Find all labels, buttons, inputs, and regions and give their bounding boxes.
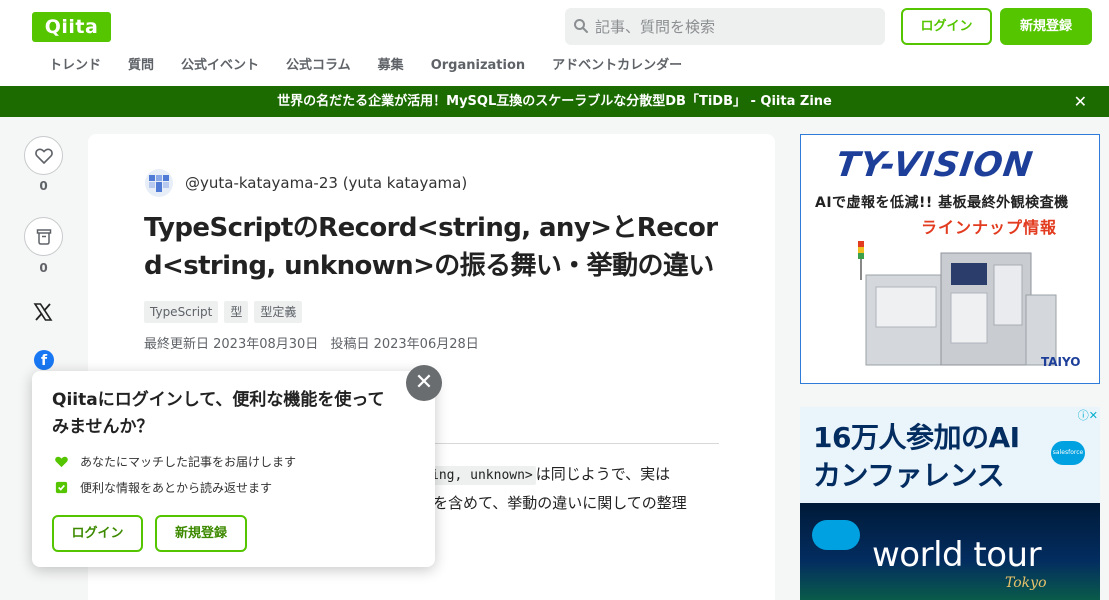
popup-title: Qiitaにログインして、便利な機能を使ってみませんか？ xyxy=(52,390,385,437)
ad-salesforce[interactable]: 16万人参加のAI カンファレンス salesforce ⓘ✕ world to… xyxy=(800,407,1100,600)
popup-close-icon[interactable]: ✕ xyxy=(406,365,442,401)
heart-icon xyxy=(35,148,53,164)
popup-feature-text: 便利な情報をあとから読み返せます xyxy=(80,481,273,495)
nav-item-advent-calendar[interactable]: アドベントカレンダー xyxy=(552,56,682,78)
popup-feature-item: 便利な情報をあとから読み返せます xyxy=(54,479,272,496)
nav-item-questions[interactable]: 質問 xyxy=(128,56,154,78)
promo-banner[interactable]: 世界の名だたる企業が活用！MySQL互換のスケーラブルな分散型DB「TiDB」 … xyxy=(0,86,1109,117)
popup-login-button[interactable]: ログイン xyxy=(52,515,143,552)
facebook-icon[interactable]: f xyxy=(34,350,54,370)
author-info[interactable]: @yuta-katayama-23 (yuta katayama) xyxy=(145,169,467,197)
nav-item-trend[interactable]: トレンド xyxy=(49,56,101,78)
banner-close-icon[interactable]: ✕ xyxy=(1074,86,1087,117)
search-box[interactable] xyxy=(565,8,885,45)
ad-title-line-2: カンファレンス xyxy=(813,459,1005,492)
updated-date: 最終更新日 2023年08月30日 xyxy=(144,337,319,352)
nav-item-official-events[interactable]: 公式イベント xyxy=(181,56,259,78)
qiita-logo[interactable]: Qiita xyxy=(32,12,111,42)
cloud-icon xyxy=(812,520,860,550)
ad-brand: TAIYO xyxy=(1041,355,1081,369)
nav-item-organization[interactable]: Organization xyxy=(431,56,525,78)
ad-title-line-1: 16万人参加のAI xyxy=(813,421,1020,454)
like-count: 0 xyxy=(39,179,48,193)
popup-signup-button[interactable]: 新規登録 xyxy=(155,515,247,552)
stock-filled-icon xyxy=(55,481,68,494)
heart-filled-icon xyxy=(55,456,68,468)
article-title: TypeScriptのRecord<string, any>とRecord<st… xyxy=(144,213,718,281)
tag-item[interactable]: 型定義 xyxy=(254,301,303,323)
tag-item[interactable]: 型 xyxy=(224,301,249,323)
main-nav: トレンド 質問 公式イベント 公式コラム 募集 Organization アドベ… xyxy=(49,56,709,78)
body-text-1: は同じようで、実は xyxy=(535,465,671,483)
popup-feature-item: あなたにマッチした記事をお届けします xyxy=(54,453,296,470)
login-prompt-popup: Qiitaにログインして、便利な機能を使ってみませんか？ あなたにマッチした記事… xyxy=(32,371,435,567)
popup-feature-text: あなたにマッチした記事をお届けします xyxy=(80,455,297,469)
inline-code: ing, unknown> xyxy=(428,466,536,485)
ad-choices-icon[interactable]: ⓘ✕ xyxy=(1068,409,1098,423)
nav-item-recruitment[interactable]: 募集 xyxy=(378,56,404,78)
stock-icon xyxy=(36,229,52,245)
salesforce-logo: salesforce xyxy=(1051,441,1085,465)
ad-ty-vision[interactable]: TY-VISION AIで虚報を低減!! 基板最終外観検査機 ラインナップ情報 … xyxy=(800,134,1100,384)
banner-text[interactable]: 世界の名だたる企業が活用！MySQL互換のスケーラブルな分散型DB「TiDB」 … xyxy=(277,94,832,109)
header-signup-button[interactable]: 新規登録 xyxy=(1000,8,1092,45)
site-header: Qiita ログイン 新規登録 トレンド 質問 公式イベント 公式コラム 募集 … xyxy=(0,0,1109,86)
ad-event-city: Tokyo xyxy=(1005,575,1047,591)
body-line-1: ing, unknown> は同じようで、実は xyxy=(428,463,671,485)
ad-event-name: world tour xyxy=(872,535,1042,575)
stock-button[interactable] xyxy=(24,217,63,256)
x-icon[interactable] xyxy=(33,302,53,322)
inspection-machine-image xyxy=(858,241,1057,366)
like-button[interactable] xyxy=(24,136,63,175)
posted-date: 投稿日 2023年06月28日 xyxy=(330,337,479,352)
tag-list: TypeScript 型 型定義 xyxy=(144,301,308,323)
ad-logo: TY-VISION xyxy=(833,145,1036,185)
ad-title: 16万人参加のAI カンファレンス xyxy=(813,419,1020,495)
avatar[interactable] xyxy=(145,169,173,197)
stock-count: 0 xyxy=(39,261,48,275)
tag-item[interactable]: TypeScript xyxy=(144,301,219,323)
article-dates: 最終更新日 2023年08月30日 投稿日 2023年06月28日 xyxy=(144,333,487,352)
search-input[interactable] xyxy=(595,8,875,45)
author-name[interactable]: @yuta-katayama-23 (yuta katayama) xyxy=(185,174,467,192)
nav-item-official-columns[interactable]: 公式コラム xyxy=(286,56,351,78)
header-login-button[interactable]: ログイン xyxy=(901,8,992,45)
body-line-2: を含めて、挙動の違いに関しての整理 xyxy=(433,494,687,512)
avatar-image-icon xyxy=(149,175,169,192)
search-icon xyxy=(574,19,588,33)
ad-headline: AIで虚報を低減!! 基板最終外観検査機 xyxy=(815,195,1069,211)
